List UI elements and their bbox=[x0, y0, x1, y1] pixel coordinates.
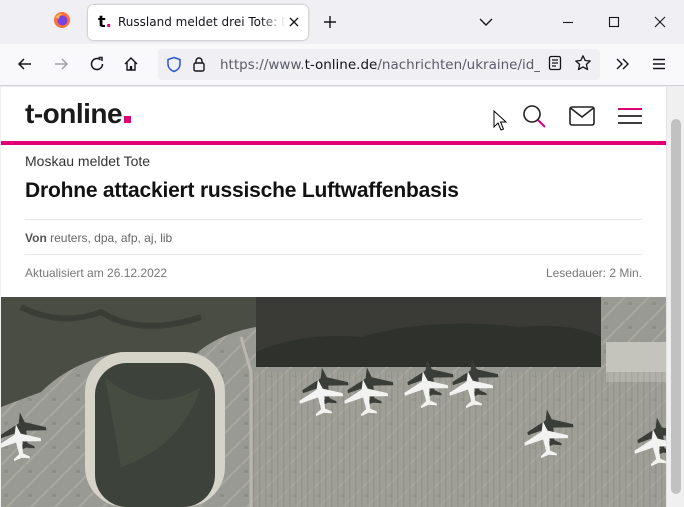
article-read-time: Lesedauer: 2 Min. bbox=[545, 266, 642, 280]
page-scrollbar[interactable] bbox=[666, 87, 684, 507]
tab-active[interactable]: t. Russland meldet drei Tote: Drohnenang… bbox=[88, 5, 308, 40]
tab-favicon-text: t bbox=[98, 12, 106, 31]
site-menu-button[interactable] bbox=[615, 101, 645, 131]
close-window-button[interactable] bbox=[637, 6, 683, 38]
url-domain: t-online.de bbox=[304, 57, 378, 73]
reload-icon bbox=[90, 56, 104, 71]
home-icon bbox=[124, 57, 138, 71]
home-button[interactable] bbox=[116, 49, 146, 79]
reload-button[interactable] bbox=[82, 49, 112, 79]
mouse-cursor bbox=[493, 109, 508, 137]
forward-button[interactable] bbox=[46, 49, 76, 79]
new-tab-icon bbox=[324, 16, 336, 28]
minimize-button[interactable] bbox=[545, 6, 591, 38]
tab-favicon: t. bbox=[98, 12, 112, 31]
url-text[interactable]: https://www.t-online.de/nachrichten/ukra… bbox=[220, 57, 540, 73]
article-kicker: Moskau meldet Tote bbox=[25, 153, 151, 169]
maximize-icon bbox=[608, 16, 620, 28]
web-content: t-online Moskau meldet Tote Drohne attac… bbox=[1, 87, 666, 507]
article-headline: Drohne attackiert russische Luftwaffenba… bbox=[25, 179, 459, 202]
url-scheme: https://www. bbox=[220, 57, 305, 73]
search-icon bbox=[523, 105, 546, 128]
navigation-toolbar: https://www.t-online.de/nachrichten/ukra… bbox=[0, 44, 684, 86]
back-icon bbox=[17, 58, 31, 70]
firefox-view-button[interactable] bbox=[46, 8, 78, 36]
site-header: t-online bbox=[1, 87, 666, 142]
firefox-view-icon bbox=[53, 11, 71, 34]
cursor-arrow-icon bbox=[493, 109, 508, 131]
app-menu-icon bbox=[653, 58, 665, 70]
authors-list[interactable]: reuters, dpa, afp, aj, lib bbox=[50, 231, 172, 245]
close-window-icon bbox=[654, 16, 666, 28]
new-tab-button[interactable] bbox=[318, 10, 342, 34]
overflow-menu-button[interactable] bbox=[608, 49, 638, 79]
article-updated-date: Aktualisiert am 26.12.2022 bbox=[25, 266, 168, 280]
logo-dot bbox=[124, 116, 132, 123]
lock-icon[interactable] bbox=[192, 56, 206, 77]
divider bbox=[25, 254, 642, 255]
url-path: /nachrichten/ukraine/id_100 bbox=[377, 57, 540, 73]
list-all-tabs-button[interactable] bbox=[474, 10, 498, 34]
url-bar[interactable]: https://www.t-online.de/nachrichten/ukra… bbox=[158, 49, 600, 80]
bookmark-star-button[interactable] bbox=[574, 54, 592, 77]
close-tab-icon bbox=[289, 17, 299, 27]
site-logo-text: t-online bbox=[25, 98, 123, 129]
minimize-icon bbox=[563, 21, 573, 24]
mail-icon bbox=[569, 106, 595, 126]
site-search-button[interactable] bbox=[519, 101, 549, 131]
list-all-tabs-icon bbox=[479, 18, 493, 26]
back-button[interactable] bbox=[10, 49, 40, 79]
tab-title: Russland meldet drei Tote: Drohnenangrif… bbox=[118, 15, 286, 29]
forward-icon bbox=[55, 58, 69, 70]
app-menu-button[interactable] bbox=[644, 49, 674, 79]
site-logo[interactable]: t-online bbox=[25, 98, 132, 129]
reader-view-button[interactable] bbox=[548, 55, 562, 76]
site-mail-button[interactable] bbox=[567, 101, 597, 131]
close-tab-button[interactable] bbox=[286, 14, 302, 30]
tab-strip: t. Russland meldet drei Tote: Drohnenang… bbox=[0, 0, 684, 44]
overflow-icon bbox=[616, 58, 629, 70]
header-accent-bar bbox=[1, 141, 666, 145]
reader-view-icon bbox=[548, 55, 562, 71]
article-authors: Von reuters, dpa, afp, aj, lib bbox=[25, 231, 172, 245]
maximize-button[interactable] bbox=[591, 6, 637, 38]
hamburger-menu-icon bbox=[618, 108, 642, 124]
authors-prefix: Von bbox=[25, 231, 47, 245]
divider bbox=[25, 219, 642, 220]
article-hero-image[interactable] bbox=[1, 297, 666, 507]
shield-icon[interactable] bbox=[166, 56, 182, 78]
bookmark-star-icon bbox=[575, 55, 591, 71]
scrollbar-thumb[interactable] bbox=[671, 119, 681, 494]
